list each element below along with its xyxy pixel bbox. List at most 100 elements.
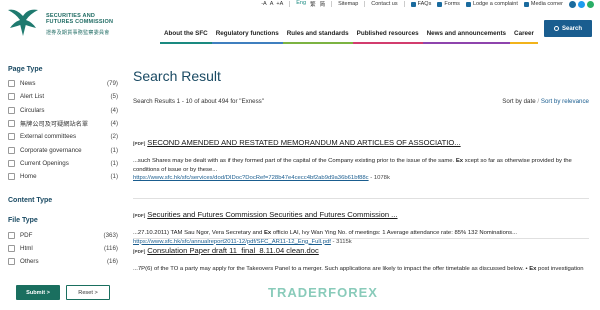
filter-external-committees[interactable]: External committees (2) [8,130,118,143]
media-corner-link[interactable]: Media corner [523,1,563,7]
divider [364,1,366,7]
checkbox[interactable] [8,93,15,101]
sort-by-relevance-link[interactable]: Sort by relevance [541,98,589,105]
nav-career[interactable]: Career [510,28,539,44]
results-panel: Search Result Search Results 1 - 10 of a… [133,66,591,272]
filter-unlicensed-list[interactable]: 無牌公司及可疑網站名單 (4) [8,117,118,130]
font-size-controls: -A A +A [261,1,283,7]
filter-actions: Submit > Reset > [16,285,110,300]
filter-count: (5) [110,93,118,101]
filter-count: (79) [106,80,118,88]
checkbox[interactable] [8,258,15,266]
twitter-icon[interactable] [578,0,585,8]
submit-button[interactable]: Submit > [16,285,60,300]
logo-text-line2: FUTURES COMMISSION [46,19,114,25]
filter-count: (363) [103,231,118,239]
contact-link[interactable]: Contact us [371,1,397,7]
filter-count: (1) [110,146,118,154]
filter-current-openings[interactable]: Current Openings (1) [8,157,118,170]
snippet-text: ...7P(6) of the TO a party may apply for… [133,266,530,272]
sitemap-link[interactable]: Sitemap [338,1,358,7]
sort-by-date-link[interactable]: Sort by date [502,98,535,105]
filter-label: Current Openings [20,159,69,167]
result-url-link[interactable]: https://www.sfc.hk/sfc/services/dod/DIDo… [133,175,369,181]
filter-count: (1) [110,159,118,167]
result-divider [133,238,589,239]
pdf-tag: [PDF] [133,141,146,146]
font-smaller-button[interactable]: -A [261,1,267,7]
pdf-tag: [PDF] [133,249,146,254]
filter-others[interactable]: Others (16) [8,255,118,268]
result-snippet: ...7P(6) of the TO a party may apply for… [133,265,589,274]
sfc-logo[interactable]: SECURITIES AND FUTURES COMMISSION 證券及期貨事… [6,4,126,38]
filter-corporate-governance[interactable]: Corporate governance (1) [8,143,118,156]
filter-circulars[interactable]: Circulars (4) [8,104,118,117]
page-title: Search Result [133,68,221,84]
checkbox[interactable] [8,231,15,239]
checkbox[interactable] [8,159,15,167]
font-normal-button[interactable]: A [270,1,274,7]
forms-link[interactable]: Forms [437,1,460,7]
filter-count: (4) [110,120,118,128]
filter-html[interactable]: Html (116) [8,242,118,255]
social-links [569,0,594,8]
nav-published-resources[interactable]: Published resources [352,28,423,44]
filter-home[interactable]: Home (1) [8,170,118,183]
result-snippet: ...27.10.2011) TAM Sau Ngor, Vera Secret… [133,229,589,238]
nav-regulatory-functions[interactable]: Regulatory functions [211,28,283,44]
font-larger-button[interactable]: +A [276,1,283,7]
checkbox[interactable] [8,173,15,181]
faqs-link[interactable]: FAQs [410,1,431,7]
filter-label: Alert List [20,93,45,101]
checkbox[interactable] [8,106,15,114]
nav-news-announcements[interactable]: News and announcements [422,28,511,44]
watermark: TRADERFOREX [268,285,378,300]
search-button[interactable]: Search [544,20,592,37]
content-type-heading[interactable]: Content Type [8,197,118,204]
lang-tc-link[interactable]: 繁 [310,0,316,8]
result-url-link[interactable]: https://www.sfc.hk/sfc/annualreport2011-… [133,239,331,245]
checkbox[interactable] [8,80,15,88]
filter-count: (1) [110,173,118,181]
filter-label: PDF [20,231,33,239]
filter-count: (4) [110,106,118,114]
lang-eng-link[interactable]: Eng [296,0,306,8]
complaint-link[interactable]: Lodge a complaint [465,1,518,7]
logo-text-en: SECURITIES AND FUTURES COMMISSION [46,13,126,25]
complaint-icon [465,1,471,7]
snippet-text: post investigation [536,266,584,272]
snippet-text: officio LAI, Ivy Wan Ying No. of meeting… [271,230,518,236]
page-type-heading: Page Type [8,66,43,73]
filter-sidebar: Page Type News (79) Alert List (5) Circula… [8,66,118,268]
filter-pdf[interactable]: PDF (363) [8,228,118,241]
search-result: [PDF] Securities and Futures Commission … [133,210,589,246]
filter-alert-list[interactable]: Alert List (5) [8,90,118,103]
checkbox[interactable] [8,146,15,154]
search-icon [553,26,559,31]
result-title-link[interactable]: SECOND AMENDED AND RESTATED MEMORANDUM A… [147,138,460,147]
filter-label: Home [20,173,37,181]
filter-label: External committees [20,133,77,141]
filter-label: Circulars [20,106,45,114]
nav-about[interactable]: About the SFC [160,28,212,44]
result-title-link[interactable]: Securities and Futures Commission Securi… [147,210,397,219]
utility-bar: -A A +A Eng 繁 简 Sitemap Contact us FAQs … [261,0,594,8]
result-title-link[interactable]: Consulation Paper draft 11_final_8.11.04… [147,246,319,255]
checkbox[interactable] [8,133,15,141]
complaint-label: Lodge a complaint [472,1,518,7]
nav-rules-standards[interactable]: Rules and standards [282,28,353,44]
results-summary-bar: Search Results 1 - 10 of about 494 for "… [133,98,589,105]
wechat-icon[interactable] [587,0,594,8]
result-snippet: ...such Shares may be dealt with as if t… [133,157,589,174]
snippet-text: ...such Shares may be dealt with as if t… [133,158,456,164]
faq-icon [410,1,416,7]
filter-count: (2) [110,133,118,141]
filter-label: 無牌公司及可疑網站名單 [20,121,89,129]
result-size: - 3115k [330,238,352,245]
lang-sc-link[interactable]: 简 [320,0,326,8]
reset-button[interactable]: Reset > [66,285,110,300]
facebook-icon[interactable] [569,0,576,8]
filter-news[interactable]: News (79) [8,77,118,90]
checkbox[interactable] [8,120,15,128]
checkbox[interactable] [8,244,15,252]
